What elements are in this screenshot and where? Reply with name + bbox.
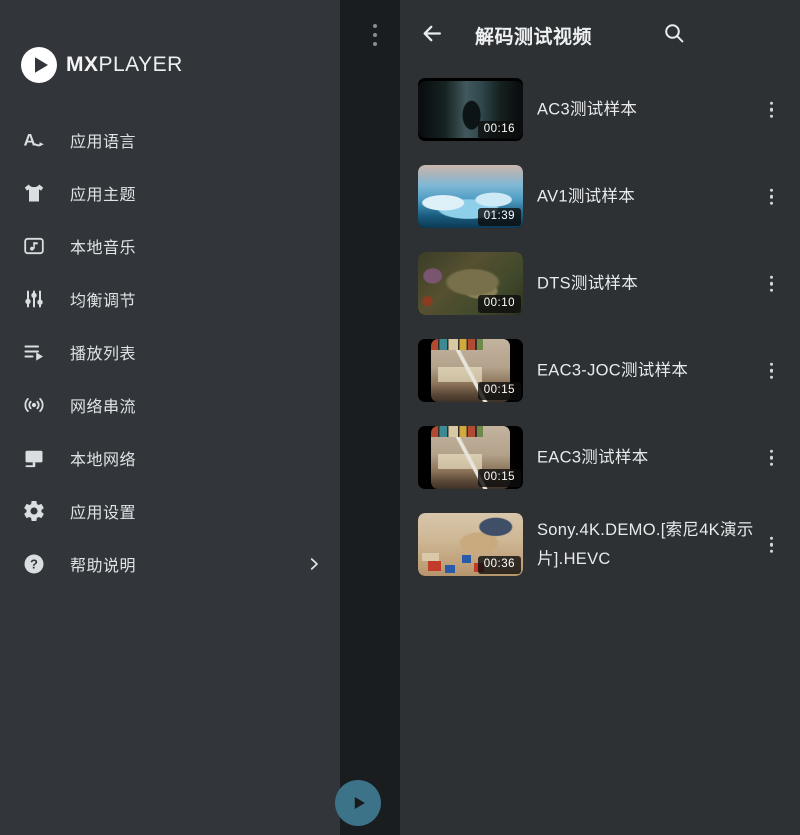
sidebar-item-local-network[interactable]: 本地网络 [0,431,341,484]
video-thumbnail[interactable]: 00:10 [418,252,523,315]
navigation-drawer: MXPLAYER A 应用语言 应用主题 本地音乐 [0,0,341,835]
brand-player: PLAYER [99,53,183,77]
music-folder-icon [22,234,46,258]
play-fab-button[interactable] [335,780,381,826]
search-icon [662,21,686,45]
sidebar-item-label: 应用主题 [70,181,327,205]
sidebar-item-app-theme[interactable]: 应用主题 [0,166,341,219]
sidebar-item-label: 应用设置 [70,499,327,523]
video-row[interactable]: 00:15 EAC3-JOC测试样本 [400,327,800,414]
row-more-icon[interactable] [767,533,777,556]
video-title: EAC3测试样本 [537,443,765,472]
sidebar-item-label: 帮助说明 [70,552,281,576]
arrow-left-icon [419,21,444,46]
video-thumbnail[interactable]: 00:15 [418,339,523,402]
sidebar-item-label: 应用语言 [70,128,327,152]
broadcast-icon [22,393,46,417]
video-row[interactable]: 01:39 AV1测试样本 [400,153,800,240]
video-title: Sony.4K.DEMO.[索尼4K演示片].HEVC [537,516,765,574]
duration-badge: 00:15 [478,382,521,400]
sidebar-item-app-language[interactable]: A 应用语言 [0,113,341,166]
page-title: 解码测试视频 [475,22,592,49]
equalizer-icon [22,287,46,311]
help-icon: ? [22,552,46,576]
playlist-icon [22,340,46,364]
back-button[interactable] [419,21,444,46]
sidebar-item-label: 本地网络 [70,446,327,470]
video-title: EAC3-JOC测试样本 [537,356,765,385]
video-row[interactable]: 00:36 Sony.4K.DEMO.[索尼4K演示片].HEVC [400,501,800,588]
duration-badge: 00:10 [478,295,521,313]
duration-badge: 00:15 [478,469,521,487]
overflow-menu-icon[interactable] [371,22,379,48]
sidebar-item-local-music[interactable]: 本地音乐 [0,219,341,272]
svg-text:A: A [24,130,36,149]
play-icon [347,792,369,814]
play-logo-icon [21,47,57,83]
svg-text:?: ? [30,556,38,571]
video-thumbnail[interactable]: 00:16 [418,78,523,141]
drawer-menu: A 应用语言 应用主题 本地音乐 均衡调节 [0,113,341,590]
video-title: DTS测试样本 [537,269,765,298]
sidebar-item-equalizer[interactable]: 均衡调节 [0,272,341,325]
row-more-icon[interactable] [767,446,777,469]
video-thumbnail[interactable]: 00:15 [418,426,523,489]
sidebar-item-label: 均衡调节 [70,287,327,311]
row-more-icon[interactable] [767,185,777,208]
gear-icon [22,499,46,523]
computer-icon [22,446,46,470]
video-thumbnail[interactable]: 01:39 [418,165,523,228]
sidebar-item-label: 播放列表 [70,340,327,364]
duration-badge: 00:16 [478,121,521,139]
dimmed-content-strip [340,0,400,835]
row-more-icon[interactable] [767,98,777,121]
brand-mx: MX [66,53,99,77]
sidebar-item-help[interactable]: ? 帮助说明 [0,537,341,590]
video-list: 00:16 AC3测试样本 01:39 AV1测试样本 00:10 DTS测试样… [400,66,800,588]
sidebar-item-network-stream[interactable]: 网络串流 [0,378,341,431]
sidebar-item-app-settings[interactable]: 应用设置 [0,484,341,537]
translate-icon: A [22,128,46,152]
tshirt-icon [22,181,46,205]
video-list-panel: 解码测试视频 00:16 AC3测试样本 01:39 AV1测试样本 [400,0,800,835]
sidebar-item-label: 本地音乐 [70,234,327,258]
chevron-right-icon [305,555,323,573]
mx-player-logo: MXPLAYER [21,47,183,83]
search-button[interactable] [662,21,686,45]
mx-player-app: MXPLAYER A 应用语言 应用主题 本地音乐 [0,0,800,835]
video-row[interactable]: 00:10 DTS测试样本 [400,240,800,327]
list-header: 解码测试视频 [400,0,800,66]
duration-badge: 01:39 [478,208,521,226]
row-more-icon[interactable] [767,359,777,382]
video-row[interactable]: 00:15 EAC3测试样本 [400,414,800,501]
sidebar-item-playlist[interactable]: 播放列表 [0,325,341,378]
video-title: AC3测试样本 [537,95,765,124]
brand-text: MXPLAYER [66,53,183,77]
video-thumbnail[interactable]: 00:36 [418,513,523,576]
video-row[interactable]: 00:16 AC3测试样本 [400,66,800,153]
duration-badge: 00:36 [478,556,521,574]
sidebar-item-label: 网络串流 [70,393,327,417]
row-more-icon[interactable] [767,272,777,295]
video-title: AV1测试样本 [537,182,765,211]
